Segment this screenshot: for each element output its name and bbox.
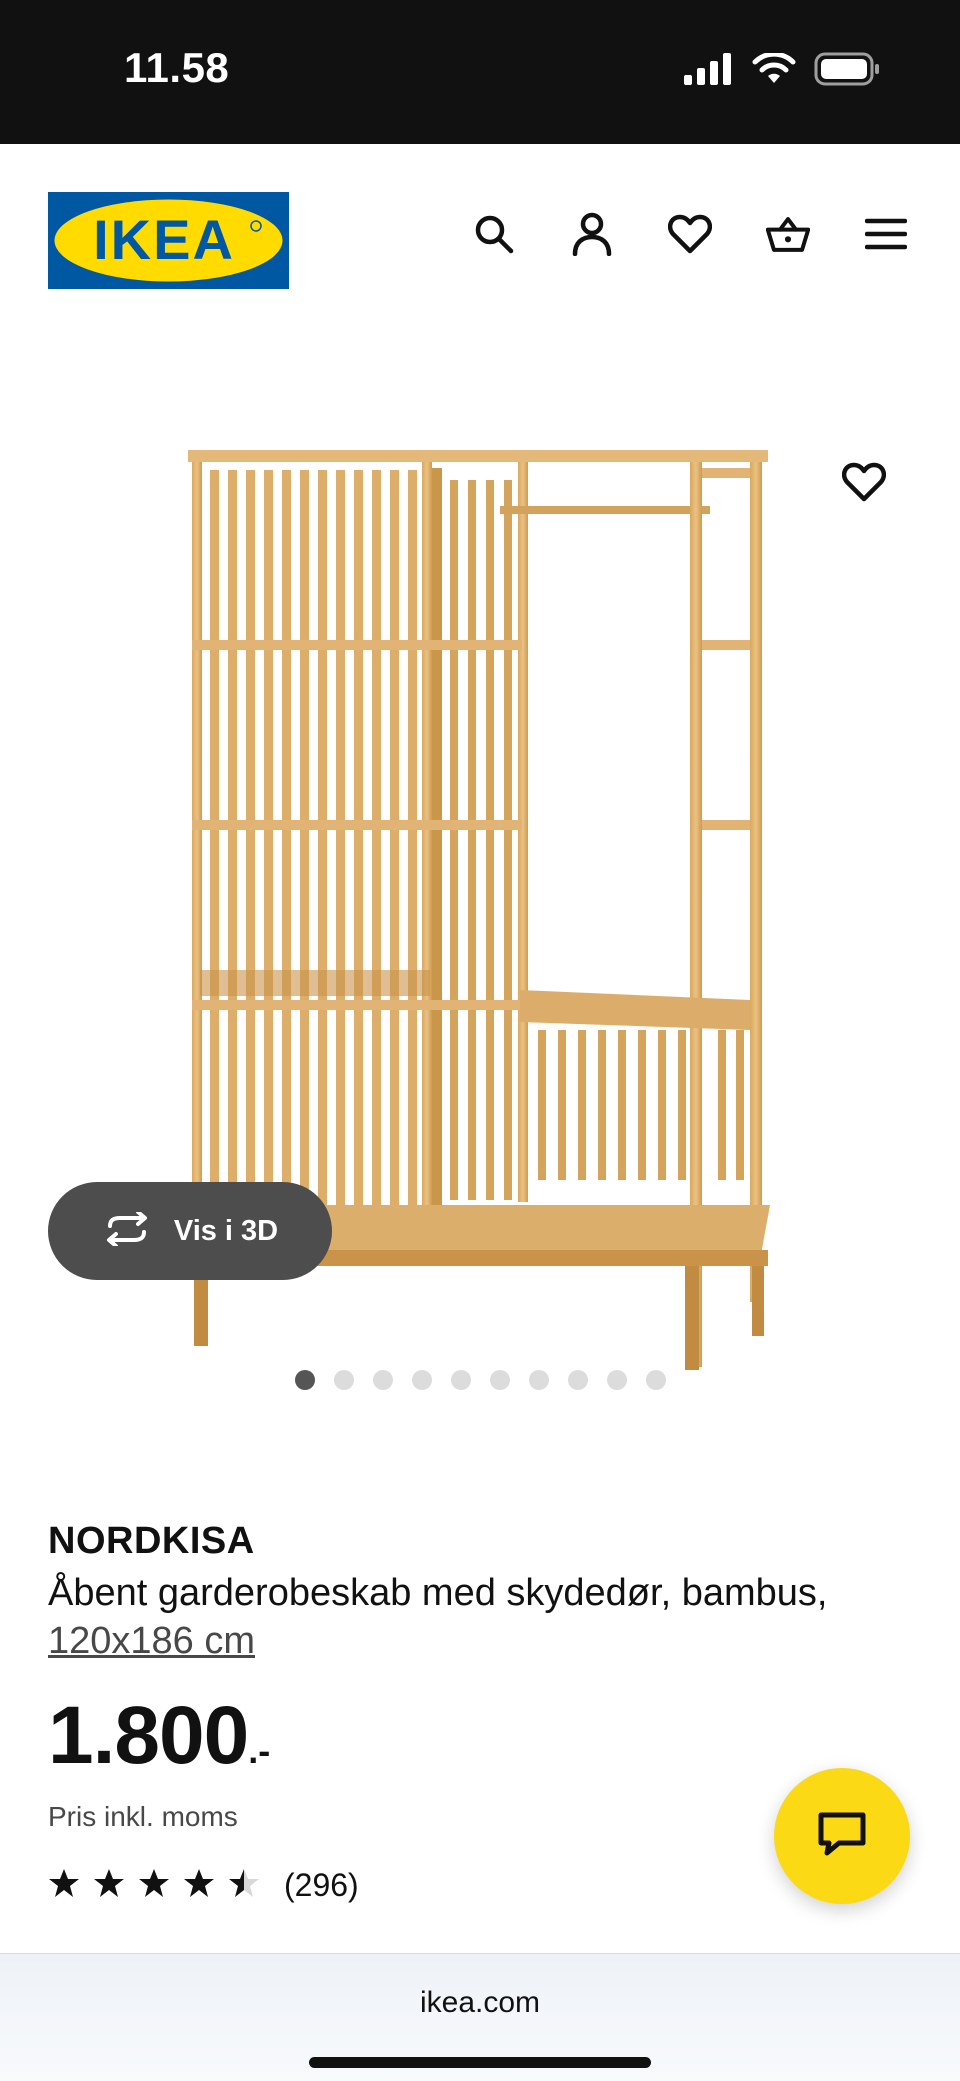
gallery-pagination <box>0 1370 960 1390</box>
gallery-dot[interactable] <box>372 1370 393 1390</box>
chat-icon <box>817 1811 867 1862</box>
menu-icon[interactable] <box>864 212 908 256</box>
rating-count: (296) <box>284 1867 359 1903</box>
favorites-icon[interactable] <box>668 212 712 256</box>
basket-icon[interactable] <box>766 212 810 256</box>
rating-stars <box>48 1868 260 1903</box>
gallery-dot[interactable] <box>567 1370 588 1390</box>
gallery-dot-active[interactable] <box>294 1370 315 1390</box>
star-icon <box>93 1868 125 1903</box>
gallery-dot[interactable] <box>333 1370 354 1390</box>
status-bar: 11.58 <box>0 0 960 144</box>
view-3d-label: Vis i 3D <box>173 1214 279 1247</box>
product-gallery[interactable]: Vis i 3D <box>0 344 960 1390</box>
favorite-button[interactable] <box>836 456 892 512</box>
rotate-3d-icon <box>102 1209 152 1251</box>
wifi-icon <box>752 51 796 90</box>
gallery-dot[interactable] <box>528 1370 549 1390</box>
view-3d-button[interactable]: Vis i 3D <box>48 1182 332 1280</box>
product-name: NORDKISA <box>48 1520 255 1562</box>
gallery-dot[interactable] <box>645 1370 666 1390</box>
gallery-dot[interactable] <box>606 1370 627 1390</box>
gallery-dot[interactable] <box>411 1370 432 1390</box>
signal-icon <box>684 53 734 90</box>
star-icon <box>183 1868 215 1903</box>
url-bar[interactable]: ikea.com <box>0 1986 960 2020</box>
battery-icon <box>814 52 880 91</box>
home-indicator[interactable] <box>309 2057 651 2068</box>
price-row: 1.800 .- <box>48 1689 918 1783</box>
half-star-icon <box>228 1868 260 1903</box>
star-icon <box>48 1868 80 1903</box>
browser-bottom-bar: ikea.com <box>0 1953 960 2081</box>
gallery-dot[interactable] <box>450 1370 471 1390</box>
search-icon[interactable] <box>472 212 516 256</box>
gallery-dot[interactable] <box>489 1370 510 1390</box>
heart-icon <box>841 462 887 507</box>
chat-button[interactable] <box>774 1768 910 1904</box>
star-icon <box>138 1868 170 1903</box>
status-time: 11.58 <box>124 44 230 91</box>
product-size-link[interactable]: 120x186 cm <box>48 1617 918 1665</box>
ikea-logo[interactable]: IKEA <box>48 192 289 289</box>
price-suffix: .- <box>248 1730 271 1771</box>
header-icons <box>472 212 908 256</box>
product-price: 1.800 <box>48 1690 249 1781</box>
product-description: Åbent garderobeskab med skydedør, bambus… <box>48 1572 828 1614</box>
account-icon[interactable] <box>570 212 614 256</box>
status-icons <box>684 51 880 91</box>
logo-text: IKEA <box>93 208 235 271</box>
site-header: IKEA <box>0 144 960 344</box>
